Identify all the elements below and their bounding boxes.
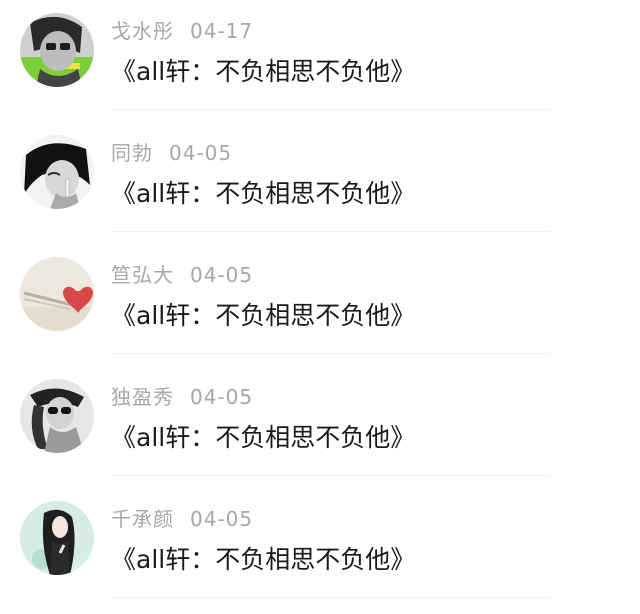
comment-date: 04-05 [190, 263, 254, 287]
comment-text: 《all轩：不负相思不负他》 [111, 301, 416, 330]
username[interactable]: 同勃 [111, 141, 153, 165]
comment-text: 《all轩：不负相思不负他》 [111, 57, 416, 86]
avatar-boy-smoking-icon[interactable] [20, 135, 94, 209]
avatar-girl-sunglasses-icon[interactable] [20, 379, 94, 453]
username[interactable]: 千承颜 [111, 507, 174, 531]
username[interactable]: 笪弘大 [111, 263, 174, 287]
comment-item[interactable]: 笪弘大 04-05 《all轩：不负相思不负他》 [0, 244, 640, 366]
comment-item[interactable]: 千承颜 04-05 《all轩：不负相思不负他》 [0, 488, 640, 610]
avatar-girl-illustration-icon[interactable] [20, 501, 94, 575]
comment-item[interactable]: 同勃 04-05 《all轩：不负相思不负他》 [0, 122, 640, 244]
comment-text: 《all轩：不负相思不负他》 [111, 545, 416, 574]
comment-date: 04-05 [190, 385, 254, 409]
username[interactable]: 独盈秀 [111, 385, 174, 409]
divider [111, 475, 550, 476]
comment-date: 04-05 [190, 507, 254, 531]
divider [111, 597, 550, 598]
avatar-heart-icon[interactable] [20, 257, 94, 331]
divider [111, 109, 550, 110]
comment-item[interactable]: 戈水彤 04-17 《all轩：不负相思不负他》 [0, 0, 640, 122]
comment-date: 04-17 [190, 19, 254, 43]
username[interactable]: 戈水彤 [111, 19, 174, 43]
comment-date: 04-05 [169, 141, 233, 165]
divider [111, 231, 550, 232]
comment-text: 《all轩：不负相思不负他》 [111, 423, 416, 452]
avatar-boy-glasses-icon[interactable] [20, 13, 94, 87]
comment-item[interactable]: 独盈秀 04-05 《all轩：不负相思不负他》 [0, 366, 640, 488]
comment-list: 戈水彤 04-17 《all轩：不负相思不负他》 同勃 04-05 《all轩：不负… [0, 0, 640, 610]
divider [111, 353, 550, 354]
comment-text: 《all轩：不负相思不负他》 [111, 179, 416, 208]
